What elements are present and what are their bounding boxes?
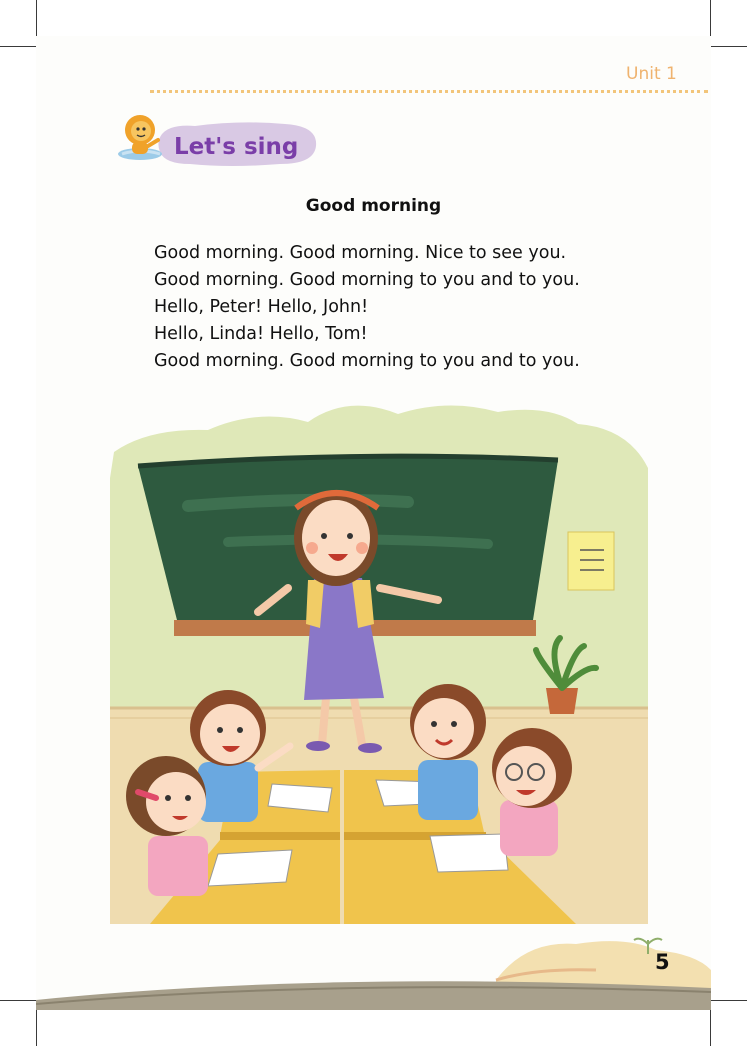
crop-mark [36, 0, 37, 36]
lyric-line: Good morning. Good morning to you and to… [154, 270, 580, 290]
lyric-line: Hello, Peter! Hello, John! [154, 297, 369, 317]
crop-mark [36, 1010, 37, 1046]
classroom-illustration [110, 405, 648, 924]
lion-mascot-icon [118, 115, 162, 160]
wall-notice [567, 531, 615, 591]
unit-label: Unit 1 [626, 64, 677, 84]
lyric-line: Hello, Linda! Hello, Tom! [154, 324, 368, 344]
song-title: Good morning [305, 196, 442, 216]
lyric-line: Good morning. Good morning. Nice to see … [154, 243, 567, 263]
section-label: Let's sing [174, 134, 298, 160]
crop-mark [711, 46, 747, 47]
lyric-line: Good morning. Good morning to you and to… [154, 351, 580, 371]
crop-mark [711, 1000, 747, 1001]
section-badge: Let's sing [118, 115, 317, 166]
crop-mark [0, 46, 36, 47]
crop-mark [0, 1000, 36, 1001]
footer-decoration [36, 937, 711, 1010]
crop-mark [710, 1010, 711, 1046]
dotted-rule [150, 90, 708, 93]
crop-mark [710, 0, 711, 36]
page-number: 5 [655, 950, 670, 974]
song-lyrics: Good morning. Good morning. Nice to see … [154, 240, 580, 375]
